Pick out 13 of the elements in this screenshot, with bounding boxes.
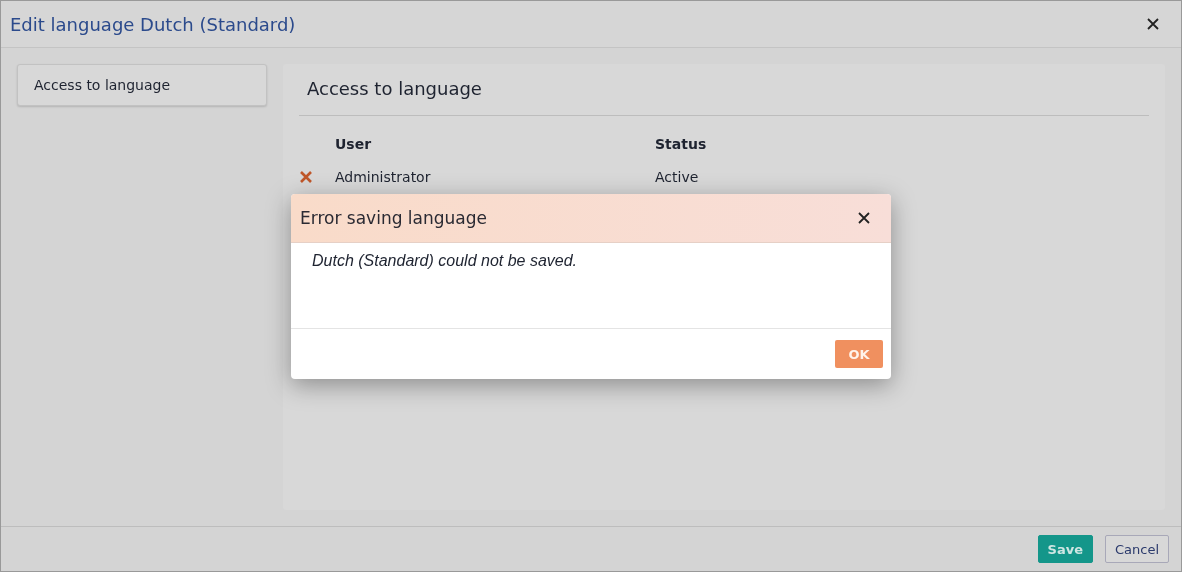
error-message: Dutch (Standard) could not be saved. [312,252,578,269]
close-icon[interactable] [1146,17,1160,31]
table-cell-text: Administrator [335,169,432,185]
sidebar-item[interactable]: Access to language [17,64,267,106]
remove-icon[interactable] [299,170,313,184]
section-title: Access to language [307,78,482,99]
table-cell-text: Active [655,169,700,185]
dialog-title: Error saving language [300,208,488,228]
column-header: Status [655,136,708,152]
column-header: User [335,136,373,152]
close-icon[interactable] [857,211,871,225]
cancel-button[interactable]: Cancel [1104,535,1169,563]
window-title: Edit language Dutch (Standard) [10,13,296,35]
